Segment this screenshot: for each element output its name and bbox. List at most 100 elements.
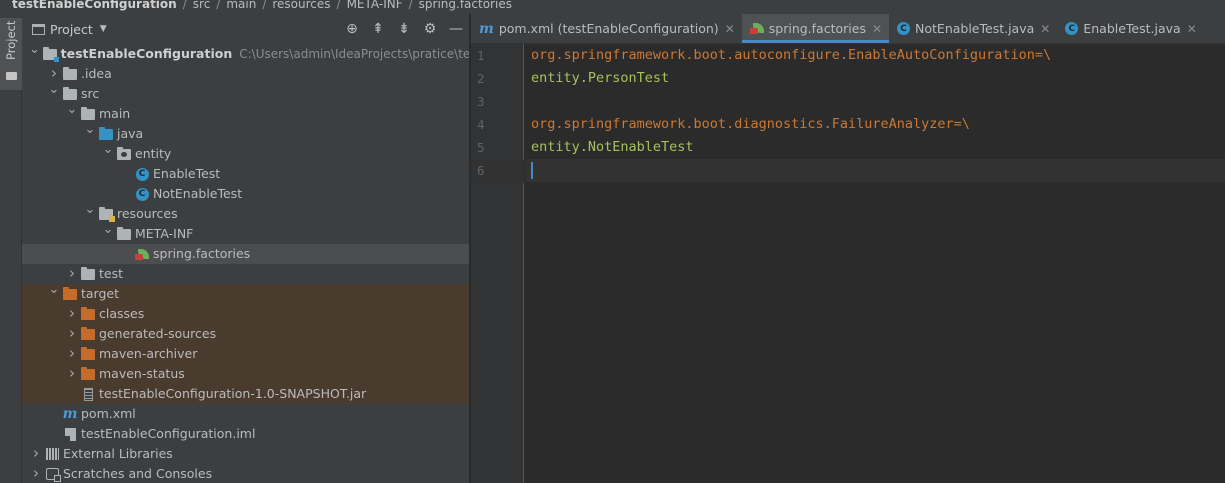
chevron-right-icon[interactable] [64,263,80,286]
chevron-down-icon[interactable]: ▼ [100,24,107,34]
code-line[interactable]: org.springframework.boot.autoconfigure.E… [525,44,1225,67]
editor-tab[interactable]: C EnableTest.java ✕ [1057,14,1203,43]
tree-item[interactable]: C NotEnableTest [22,184,469,204]
tree-item[interactable]: resources [22,204,469,224]
tree-item[interactable]: Scratches and Consoles [22,464,469,483]
maven-icon: m [62,406,78,422]
iml-icon [62,427,78,441]
breadcrumb-item[interactable]: main [226,0,256,11]
breadcrumb-item[interactable]: src [193,0,211,11]
libraries-icon [45,448,59,460]
chevron-down-icon[interactable] [82,124,98,145]
tree-item[interactable]: java [22,124,469,144]
code-line[interactable] [525,90,1225,113]
folder-orange-icon [80,346,96,361]
class-icon: C [134,187,150,201]
editor-tab[interactable]: m pom.xml (testEnableConfiguration) ✕ [471,14,742,43]
window-icon [32,23,45,35]
tree-item-label: src [81,86,100,101]
code-line[interactable]: entity.PersonTest [525,67,1225,90]
tree-item[interactable]: testEnableConfiguration C:\Users\admin\Id… [22,44,469,64]
close-icon[interactable]: ✕ [1187,22,1197,36]
tree-item[interactable]: target [22,284,469,304]
line-number: 3 [477,94,485,109]
code-line[interactable]: entity.NotEnableTest [525,136,1225,159]
tree-item[interactable]: External Libraries [22,444,469,464]
project-tool-label: Project [4,20,18,60]
breadcrumb: testEnableConfiguration / src / main / resourc… [0,0,1225,14]
breadcrumb-item[interactable]: spring.factories [419,0,512,11]
tree-item-label: test [99,266,124,281]
tree-item[interactable]: maven-status [22,364,469,384]
project-view-selector[interactable]: Project [50,22,93,37]
chevron-right-icon[interactable] [64,363,80,386]
breadcrumb-item[interactable]: testEnableConfiguration [12,0,177,11]
tree-item-label: classes [99,306,145,321]
editor-tab[interactable]: C NotEnableTest.java ✕ [889,14,1057,43]
code-line[interactable] [525,159,1225,182]
chevron-down-icon[interactable] [27,44,41,65]
tree-item[interactable]: spring.factories [22,244,469,264]
maven-icon: m [62,406,78,422]
code-lines[interactable]: org.springframework.boot.autoconfigure.E… [525,44,1225,182]
tree-item-label: Scratches and Consoles [63,466,213,481]
chevron-down-icon[interactable] [100,224,116,245]
maven-icon: m [479,21,494,37]
tree-item-label: maven-archiver [99,346,198,361]
property-key: org.springframework.boot.autoconfigure.E… [531,47,1035,63]
chevron-right-icon[interactable] [28,463,44,483]
maven-icon: m [479,20,494,37]
class-icon: C [135,167,149,181]
excluded-folder-icon [63,286,77,300]
project-tree: testEnableConfiguration C:\Users\admin\Id… [22,44,469,483]
tree-item[interactable]: maven-archiver [22,344,469,364]
close-icon[interactable]: ✕ [872,22,882,36]
tree-item[interactable]: main [22,104,469,124]
breadcrumb-item[interactable]: resources [272,0,330,11]
minimize-icon[interactable]: — [443,21,469,37]
code-line[interactable]: org.springframework.boot.diagnostics.Fai… [525,113,1225,136]
breadcrumb-separator: / [408,0,413,11]
folder-orange-icon [62,286,78,301]
chevron-down-icon[interactable] [64,104,80,125]
tree-item[interactable]: C EnableTest [22,164,469,184]
tree-item[interactable]: entity [22,144,469,164]
editor: m pom.xml (testEnableConfiguration) ✕ sprin… [471,14,1225,483]
tree-item[interactable]: META-INF [22,224,469,244]
breadcrumb-item[interactable]: META-INF [347,0,403,11]
tree-item[interactable]: testEnableConfiguration-1.0-SNAPSHOT.jar [22,384,469,404]
chevron-down-icon[interactable] [46,84,62,105]
tree-item[interactable]: m pom.xml [22,404,469,424]
module-file-icon [64,427,76,441]
project-panel-header: Project ▼ ⊕ ⇞ ⇟ ⚙ — [22,14,469,44]
editor-tab-label: EnableTest.java [1083,21,1181,36]
class-icon: C [897,22,911,35]
project-tool-window-button[interactable]: Project [0,18,22,90]
chevron-down-icon[interactable] [82,204,98,225]
jar-icon [80,387,96,401]
chevron-down-icon[interactable] [46,284,62,305]
tree-item[interactable]: generated-sources [22,324,469,344]
folder-icon [63,66,77,80]
project-path: C:\Users\admin\IdeaProjects\pratice\test… [239,47,469,61]
tree-item[interactable]: testEnableConfiguration.iml [22,424,469,444]
tree-item[interactable]: src [22,84,469,104]
tree-item[interactable]: .idea [22,64,469,84]
breadcrumb-separator: / [336,0,341,11]
code-area[interactable]: 1 2 3 4 5 6 org.springframework.boot.autoconf… [471,44,1225,483]
chevron-down-icon[interactable] [100,144,116,165]
locate-icon[interactable]: ⊕ [339,21,365,37]
editor-tab[interactable]: spring.factories ✕ [741,14,890,43]
scratches-icon [45,468,61,482]
tree-item[interactable]: test [22,264,469,284]
breadcrumb-separator: / [182,0,187,11]
class-icon: C [135,187,149,201]
collapse-all-icon[interactable]: ⇟ [391,21,417,37]
close-icon[interactable]: ✕ [1040,22,1050,36]
resources-folder-icon [99,206,115,222]
folder-gray-icon [62,66,78,81]
gear-icon[interactable]: ⚙ [417,21,443,37]
close-icon[interactable]: ✕ [725,22,735,36]
expand-all-icon[interactable]: ⇞ [365,21,391,37]
tree-item[interactable]: classes [22,304,469,324]
